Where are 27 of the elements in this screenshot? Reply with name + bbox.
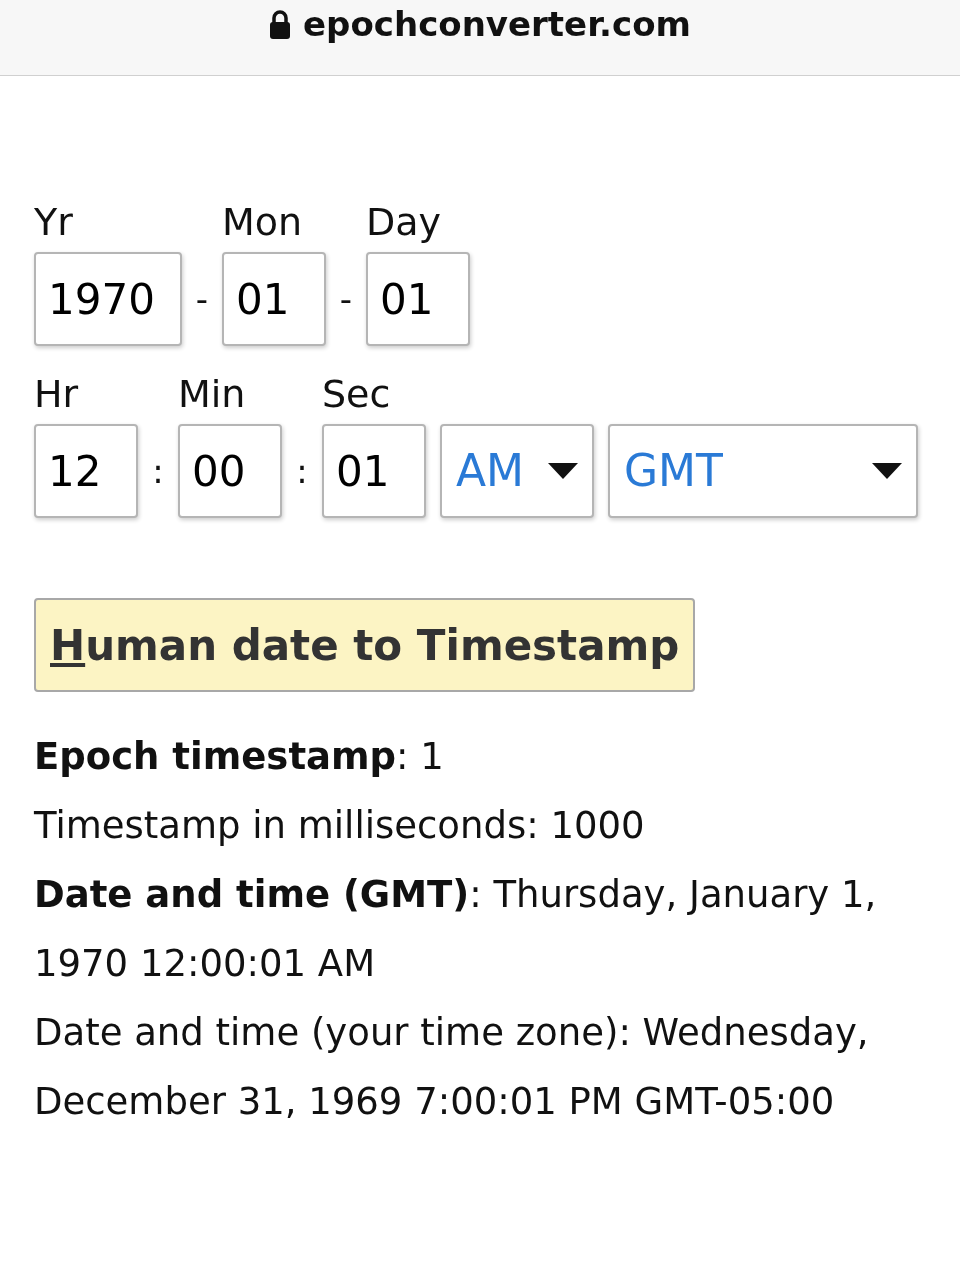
select-field[interactable]: AM [440, 424, 594, 518]
result-line: Epoch timestamp: 1 [34, 734, 445, 780]
result-line: Date and time (GMT): Thursday, January 1, 1970 12:00:01 AM [34, 872, 878, 987]
input-field[interactable]: 01 [222, 252, 326, 346]
separator: : [151, 450, 165, 493]
input-field[interactable]: 1970 [34, 252, 182, 346]
field-label: Day [366, 199, 443, 246]
result-line: Timestamp in milliseconds: 1000 [34, 803, 646, 849]
field-label: Min [178, 371, 247, 418]
input-field[interactable]: 00 [178, 424, 282, 518]
separator: - [194, 278, 210, 321]
field-label: Mon [222, 199, 304, 246]
input-field[interactable]: 01 [366, 252, 470, 346]
result-line: Date and time (your time zone): Wednesday, December 31, 1969 7:00:01 PM GMT-05:00 [34, 1010, 870, 1125]
input-field[interactable]: 01 [322, 424, 426, 518]
lock-icon [269, 10, 292, 40]
caret-icon [548, 463, 578, 479]
select-field[interactable]: GMT [608, 424, 918, 518]
field-label: Hr [34, 371, 80, 418]
separator: : [295, 450, 309, 493]
field-label: Yr [34, 199, 74, 246]
convert-button[interactable]: Human date to Timestamp [34, 598, 696, 692]
separator: - [338, 278, 354, 321]
caret-icon [872, 463, 902, 479]
url-text[interactable]: epochconverter.com [303, 2, 691, 46]
field-label: Sec [322, 371, 392, 418]
input-field[interactable]: 12 [34, 424, 138, 518]
